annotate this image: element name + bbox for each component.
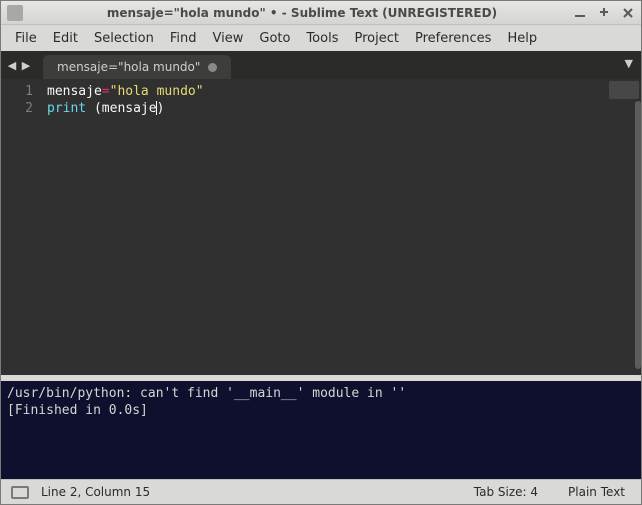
menu-preferences[interactable]: Preferences: [407, 27, 499, 50]
window-controls: [573, 6, 635, 20]
token-string: "hola mundo": [110, 84, 204, 99]
code-line: mensaje="hola mundo": [47, 83, 641, 100]
token-variable: mensaje: [102, 101, 157, 116]
code-area[interactable]: mensaje="hola mundo" print (mensaje): [39, 79, 641, 375]
tab-dropdown-button[interactable]: ▼: [625, 57, 633, 70]
status-syntax[interactable]: Plain Text: [568, 485, 625, 499]
menu-edit[interactable]: Edit: [45, 27, 86, 50]
console-line: [Finished in 0.0s]: [7, 403, 148, 418]
menu-tools[interactable]: Tools: [298, 27, 346, 50]
panel-switcher-icon[interactable]: [11, 486, 29, 499]
menu-selection[interactable]: Selection: [86, 27, 162, 50]
minimap[interactable]: [609, 81, 639, 99]
menubar: File Edit Selection Find View Goto Tools…: [1, 25, 641, 51]
close-button[interactable]: [621, 6, 635, 20]
code-line: print (mensaje): [47, 100, 641, 117]
token-plain: ): [157, 101, 165, 116]
dirty-indicator-icon: [208, 63, 217, 72]
status-tabsize[interactable]: Tab Size: 4: [474, 485, 538, 499]
token-plain: (: [86, 101, 102, 116]
console-line: /usr/bin/python: can't find '__main__' m…: [7, 386, 406, 401]
menu-goto[interactable]: Goto: [251, 27, 298, 50]
menu-find[interactable]: Find: [162, 27, 205, 50]
minimize-button[interactable]: [573, 6, 587, 20]
nav-back-button[interactable]: ◀: [5, 51, 19, 79]
gutter-line: 1: [1, 83, 33, 100]
tab-file[interactable]: mensaje="hola mundo": [43, 55, 231, 79]
token-function: print: [47, 101, 86, 116]
menu-help[interactable]: Help: [499, 27, 545, 50]
maximize-button[interactable]: [597, 6, 611, 20]
app-icon: [7, 5, 23, 21]
window-title: mensaje="hola mundo" • - Sublime Text (U…: [31, 6, 573, 20]
token-operator: =: [102, 84, 110, 99]
token-variable: mensaje: [47, 84, 102, 99]
menu-view[interactable]: View: [205, 27, 252, 50]
build-output-panel[interactable]: /usr/bin/python: can't find '__main__' m…: [1, 381, 641, 479]
menu-file[interactable]: File: [7, 27, 45, 50]
gutter-line: 2: [1, 100, 33, 117]
tab-label: mensaje="hola mundo": [57, 60, 200, 74]
app-window: mensaje="hola mundo" • - Sublime Text (U…: [0, 0, 642, 505]
statusbar: Line 2, Column 15 Tab Size: 4 Plain Text: [1, 479, 641, 504]
editor-pane[interactable]: 1 2 mensaje="hola mundo" print (mensaje): [1, 79, 641, 375]
titlebar: mensaje="hola mundo" • - Sublime Text (U…: [1, 1, 641, 25]
status-position[interactable]: Line 2, Column 15: [41, 485, 474, 499]
menu-project[interactable]: Project: [346, 27, 406, 50]
scrollbar-vertical[interactable]: [635, 101, 641, 369]
gutter: 1 2: [1, 79, 39, 375]
tabbar: ◀ ▶ mensaje="hola mundo" ▼: [1, 51, 641, 79]
nav-forward-button[interactable]: ▶: [19, 51, 33, 79]
